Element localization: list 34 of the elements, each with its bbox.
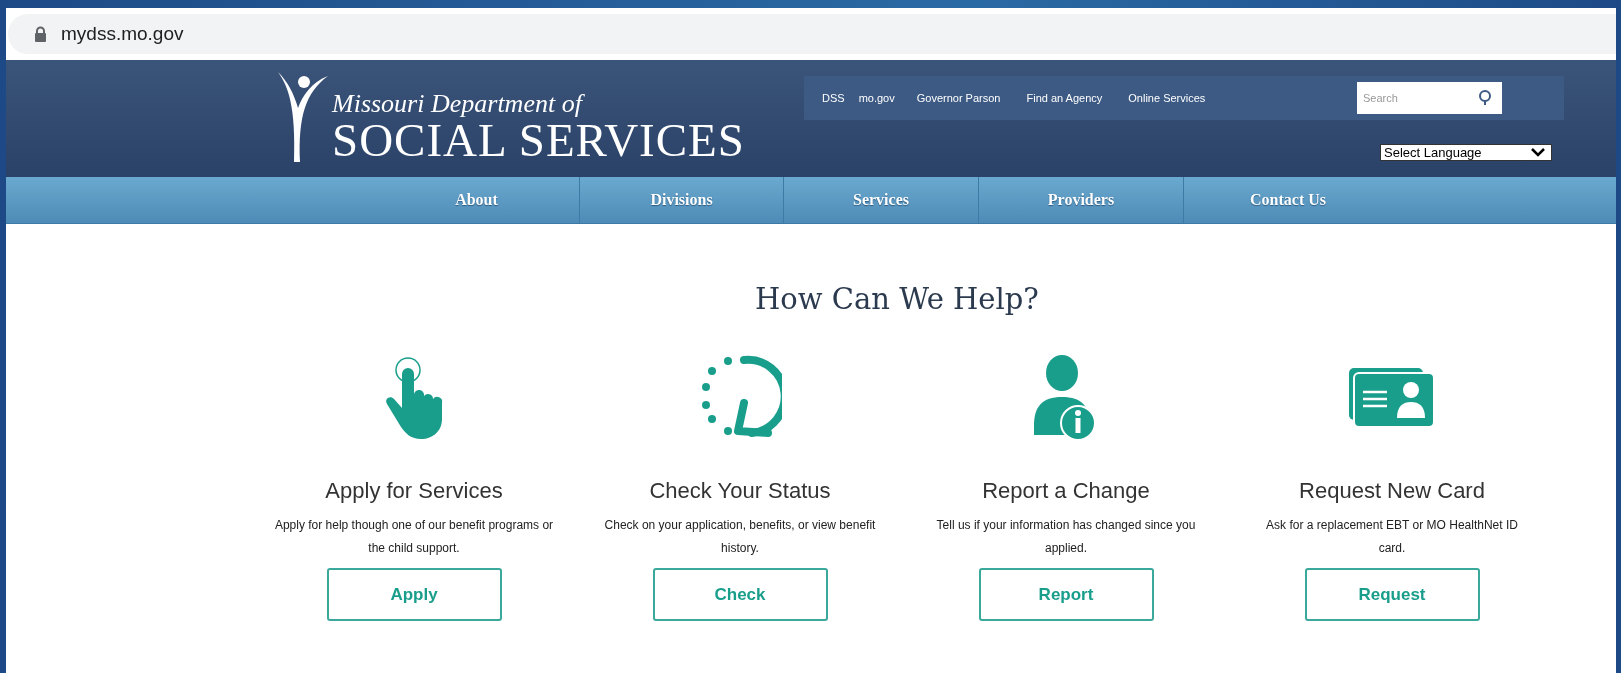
nav-link[interactable]: Services xyxy=(783,177,978,223)
utility-link[interactable]: Find an Agency xyxy=(1026,92,1103,104)
card-description: Ask for a replacement EBT or MO HealthNet ID card. xyxy=(1265,517,1519,557)
card-button[interactable]: Apply xyxy=(326,568,502,621)
card-button[interactable]: Request xyxy=(1304,568,1480,621)
logo-text: SOCIAL SERVICES xyxy=(332,118,745,162)
utility-link[interactable]: mo.gov xyxy=(858,92,895,104)
card-button[interactable]: Report xyxy=(978,568,1154,621)
page-heading: How Can We Help? xyxy=(755,282,1039,316)
nav-link[interactable]: Providers xyxy=(978,177,1183,223)
card-title: Report a Change xyxy=(982,478,1150,504)
nav-link[interactable]: About xyxy=(374,177,579,223)
logo-text: Missouri Department of xyxy=(332,90,745,118)
utility-link[interactable]: Online Services xyxy=(1128,92,1206,104)
card-description: Apply for help though one of our benefit programs or the child support. xyxy=(274,517,554,557)
id-card-icon xyxy=(1349,368,1435,428)
lock-icon xyxy=(34,26,47,42)
card-title: Check Your Status xyxy=(649,478,831,504)
chevron-down-icon xyxy=(1531,148,1545,157)
nav-link[interactable]: Divisions xyxy=(579,177,783,223)
utility-link[interactable]: DSS xyxy=(822,92,845,104)
tap-hand-icon xyxy=(384,356,444,440)
nav-link[interactable]: Contact Us xyxy=(1183,177,1392,223)
card-description: Check on your application, benefits, or view benefit history. xyxy=(603,517,877,557)
url-text: mydss.mo.gov xyxy=(61,23,184,45)
language-select[interactable]: Select Language xyxy=(1380,144,1552,161)
search-field[interactable]: Search xyxy=(1357,82,1502,114)
card-description: Tell us if your information has changed since you applied. xyxy=(935,517,1197,557)
card-button[interactable]: Check xyxy=(652,568,828,621)
card-title: Apply for Services xyxy=(325,478,503,504)
address-bar[interactable]: mydss.mo.gov xyxy=(8,14,1616,54)
utility-link[interactable]: Governor Parson xyxy=(916,92,1001,104)
card-title: Request New Card xyxy=(1299,478,1485,504)
search-icon[interactable] xyxy=(1478,90,1492,106)
